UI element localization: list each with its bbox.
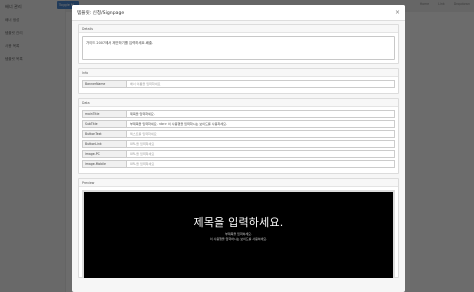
preview-subtitle-line: 이 사용행을 입력하시는 보이드를 사용하세요.: [209, 237, 268, 241]
subtitle-row: SubTitle 부제목을 입력하세요. <br> 이 사용행을 입력하시는 보…: [82, 120, 395, 128]
banner-name-input[interactable]: 배너 이름을 입력하세요: [126, 80, 395, 88]
modal-header: 템플릿: 신청/Signpage ×: [72, 5, 405, 21]
info-header: Info: [79, 69, 398, 77]
image-pc-label: image-PC: [82, 150, 126, 158]
close-icon[interactable]: ×: [395, 9, 400, 16]
image-mobile-label: image-Mobile: [82, 160, 126, 168]
image-pc-row: image-PC URL을 입력하세요: [82, 150, 395, 158]
info-card: Info BannerName 배너 이름을 입력하세요: [78, 68, 399, 94]
button-text-row: ButtonText 텍스트를 입력하세요: [82, 130, 395, 138]
button-link-input[interactable]: URL을 입력하세요: [126, 140, 395, 148]
data-card: Data mainTitle 제목을 입력하세요. SubTitle 부제목을 …: [78, 98, 399, 174]
banner-name-label: BannerName: [82, 80, 126, 88]
preview-title: 제목을 입력하세요.: [193, 216, 284, 229]
image-mobile-input[interactable]: URL을 입력하세요: [126, 160, 395, 168]
banner-name-row: BannerName 배너 이름을 입력하세요: [82, 80, 395, 88]
details-card: Details 가이드 2007에서 제안하기를 입력하세요.배출.: [78, 24, 399, 64]
button-link-row: ButtonLink URL을 입력하세요: [82, 140, 395, 148]
button-text-input[interactable]: 텍스트를 입력하세요: [126, 130, 395, 138]
main-title-row: mainTitle 제목을 입력하세요.: [82, 110, 395, 118]
image-pc-input[interactable]: URL을 입력하세요: [126, 150, 395, 158]
button-text-label: ButtonText: [82, 130, 126, 138]
modal-body: Details 가이드 2007에서 제안하기를 입력하세요.배출. Info …: [72, 21, 405, 285]
preview-header: Preview: [79, 179, 398, 187]
subtitle-input[interactable]: 부제목을 입력하세요. <br> 이 사용행을 입력하시는 보이드를 사용하세요…: [126, 120, 395, 128]
preview-subtitle: 부제목을 입력하세요. 이 사용행을 입력하시는 보이드를 사용하세요.: [84, 232, 393, 242]
main-title-input[interactable]: 제목을 입력하세요.: [126, 110, 395, 118]
details-header: Details: [79, 25, 398, 33]
data-header: Data: [79, 99, 398, 107]
image-mobile-row: image-Mobile URL을 입력하세요: [82, 160, 395, 168]
template-modal: 템플릿: 신청/Signpage × Details 가이드 2007에서 제안…: [72, 5, 405, 292]
main-title-label: mainTitle: [82, 110, 126, 118]
details-textarea[interactable]: 가이드 2007에서 제안하기를 입력하세요.배출.: [82, 36, 395, 60]
banner-preview: 제목을 입력하세요. 부제목을 입력하세요. 이 사용행을 입력하시는 보이드를…: [82, 190, 395, 278]
modal-title: 템플릿: 신청/Signpage: [77, 10, 125, 16]
preview-card: Preview 제목을 입력하세요. 부제목을 입력하세요. 이 사용행을 입력…: [78, 178, 399, 278]
button-link-label: ButtonLink: [82, 140, 126, 148]
subtitle-label: SubTitle: [82, 120, 126, 128]
